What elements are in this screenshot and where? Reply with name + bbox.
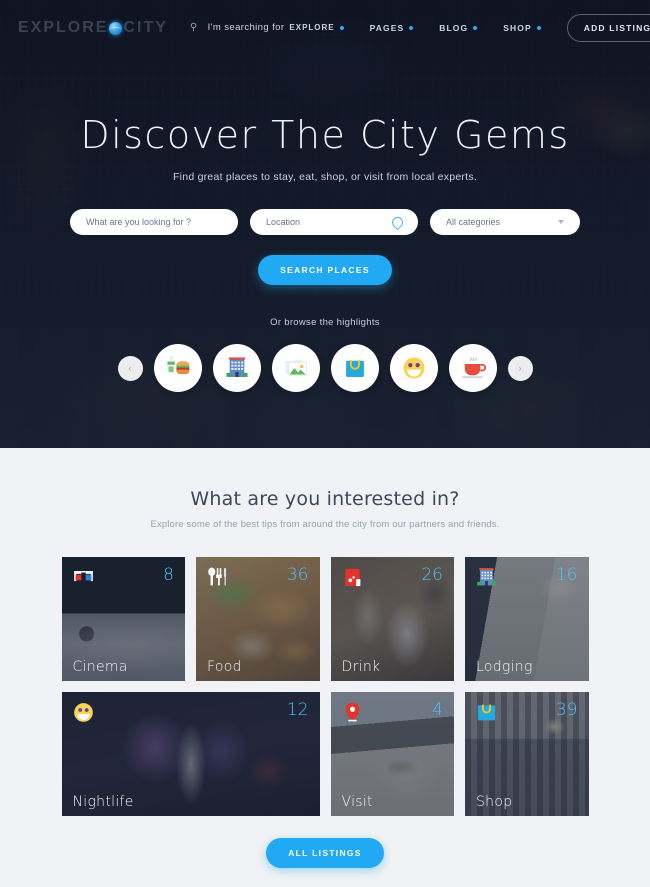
drink-cup-icon [344,568,360,587]
highlight-food-icon[interactable] [153,344,202,392]
top-navbar: EXPLORE CITY ⚲ I'm searching for EXPLORE… [0,0,650,55]
search-keyword-placeholder: What are you looking for ? [86,217,192,227]
section-subtitle: Explore some of the best tips from aroun… [150,519,500,530]
map-pin-icon [345,702,359,722]
nav-dot-icon [536,25,541,30]
search-location-input[interactable]: Location [250,209,418,235]
search-places-button[interactable]: SEARCH PLACES [258,255,392,285]
card-icon-wrap [475,701,498,724]
category-card-drink[interactable]: 26 Drink [330,557,454,681]
nav-item-shop[interactable]: SHOP [503,23,541,33]
site-logo[interactable]: EXPLORE CITY [18,19,168,37]
highlight-hotel-icon[interactable] [212,344,261,392]
nav-actions: ADD LISTING LOG IN [566,13,650,42]
hero-subtitle: Find great places to stay, eat, shop, or… [172,171,477,183]
card-label: Drink [341,659,381,675]
nav-search-keyword: EXPLORE [289,23,335,32]
search-category-value: All categories [446,217,501,227]
highlight-smiley-icon[interactable] [389,344,438,392]
highlight-coffee-icon[interactable] [448,344,497,392]
highlight-shopping-icon[interactable] [330,344,379,392]
logo-city-text: CITY [123,18,168,36]
card-icon-wrap [72,701,95,724]
globe-icon [109,22,123,35]
cutlery-icon [208,567,227,586]
search-button-wrap: SEARCH PLACES [0,255,650,285]
category-card-cinema[interactable]: 8 Cinema [61,557,185,681]
card-icon-wrap [72,566,95,589]
search-category-select[interactable]: All categories [430,209,580,235]
category-card-visit[interactable]: 4 Visit [330,692,454,816]
card-count: 12 [286,700,309,720]
nav-item-pages[interactable]: PAGES [370,23,414,33]
card-icon-wrap [206,566,229,589]
card-icon-wrap [475,566,498,589]
location-pin-icon[interactable] [391,217,402,228]
logo-explore-text: EXPLORE [18,18,109,36]
card-label: Lodging [476,659,533,675]
hero-section: EXPLORE CITY ⚲ I'm searching for EXPLORE… [0,0,650,448]
card-count: 39 [555,700,578,720]
card-label: Visit [341,794,373,810]
hotel-icon [477,568,496,586]
category-grid: 8 Cinema 36 Food 26 Drink 16 Lodging 12 … [61,557,589,816]
shopping-bag-icon [345,359,364,377]
search-location-placeholder: Location [266,217,301,227]
smiley-icon [402,357,425,379]
card-icon-wrap [341,566,364,589]
nav-dot-icon [409,25,414,30]
category-card-nightlife[interactable]: 12 Nightlife [61,692,320,816]
hero-title: Discover The City Gems [80,113,570,157]
nav-item-label: SHOP [503,22,532,33]
photo-icon [284,359,307,376]
highlights-carousel: ‹ › [0,344,650,392]
nav-item-label: BLOG [439,22,469,33]
carousel-prev-button[interactable]: ‹ [117,355,143,381]
smiley-icon [73,703,93,722]
nav-item-blog[interactable]: BLOG [439,22,478,33]
3d-glasses-icon [73,571,93,582]
chevron-down-icon [558,220,564,224]
hotel-icon [225,357,248,377]
hero-search-bar: What are you looking for ? Location All … [0,209,650,235]
card-count: 36 [286,565,309,585]
card-count: 26 [421,565,443,585]
browse-highlights-label: Or browse the highlights [270,317,380,328]
card-label: Shop [476,794,513,810]
category-card-lodging[interactable]: 16 Lodging [465,557,589,681]
card-label: Cinema [72,659,128,675]
card-count: 8 [163,565,174,585]
nav-dot-icon [473,25,478,30]
card-label: Nightlife [72,794,134,810]
food-icon [166,356,189,375]
add-listing-button[interactable]: ADD LISTING [566,13,650,42]
category-card-shop[interactable]: 39 Shop [465,692,589,816]
highlight-photo-icon[interactable] [271,344,320,392]
nav-links: ⚲ I'm searching for EXPLORE PAGES BLOG S… [190,22,567,33]
card-count: 16 [555,565,578,585]
section-title: What are you interested in? [190,488,460,510]
all-listings-wrap: ALL LISTINGS [0,838,650,887]
nav-item-label: PAGES [369,22,405,33]
card-count: 4 [432,700,443,720]
nav-dot-icon [339,25,344,30]
search-icon: ⚲ [189,22,198,33]
search-keyword-input[interactable]: What are you looking for ? [70,209,238,235]
card-icon-wrap [341,701,364,724]
carousel-next-button[interactable]: › [507,355,533,381]
coffee-cup-icon [461,357,486,379]
card-label: Food [207,659,242,675]
shopping-bag-icon [477,704,496,721]
interest-section: What are you interested in? Explore some… [0,448,650,887]
nav-search-prefix: I'm searching for [207,22,285,33]
all-listings-button[interactable]: ALL LISTINGS [266,838,384,868]
nav-search-prompt[interactable]: ⚲ I'm searching for EXPLORE [190,22,344,33]
category-card-food[interactable]: 36 Food [196,557,320,681]
